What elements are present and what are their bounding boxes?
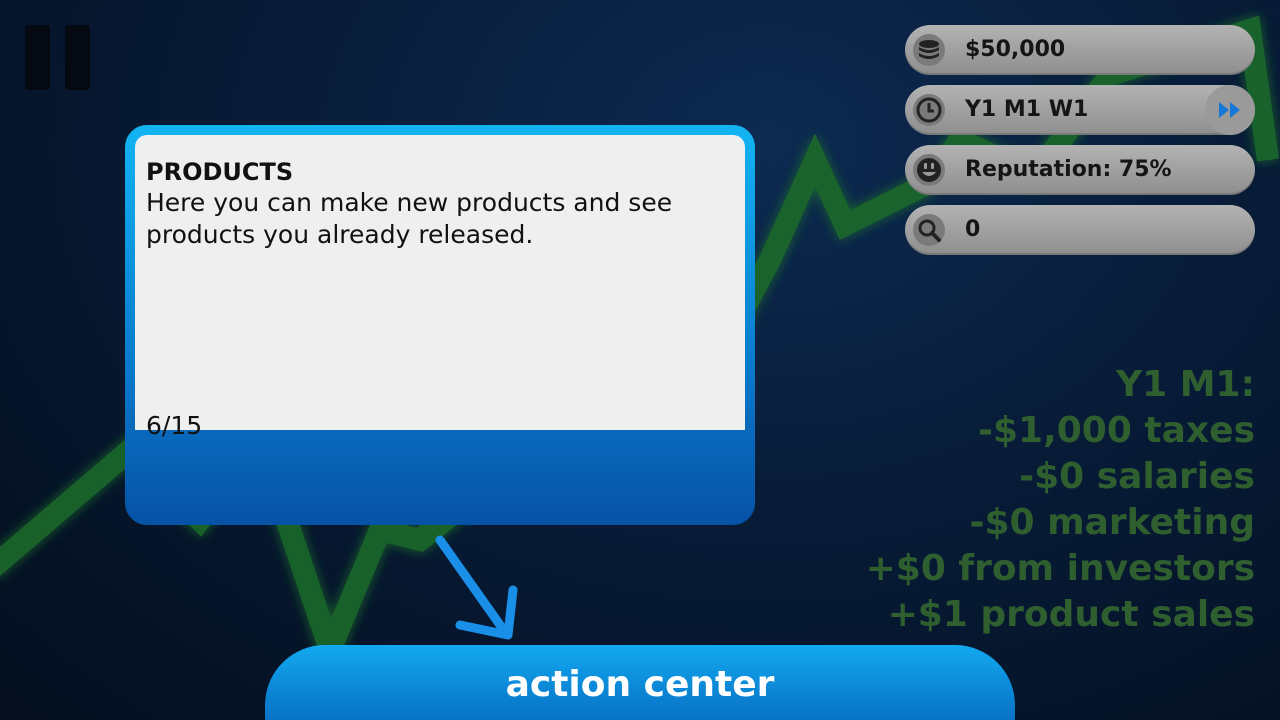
reputation-value: Reputation: 75% (965, 157, 1172, 182)
date-value: Y1 M1 W1 (965, 97, 1089, 122)
pause-icon-bar (65, 25, 90, 90)
tutorial-step-counter: 6/15 (146, 411, 203, 440)
search-display: 0 (905, 205, 1255, 255)
summary-line-taxes: -$1,000 taxes (978, 410, 1255, 451)
fast-forward-button[interactable] (1205, 85, 1255, 135)
fast-forward-icon (1219, 102, 1240, 118)
clock-icon (913, 94, 945, 126)
summary-line-product-sales: +$1 product sales (887, 594, 1255, 635)
pause-button[interactable] (25, 25, 91, 91)
summary-heading: Y1 M1: (1116, 364, 1255, 405)
tutorial-panel[interactable]: PRODUCTS Here you can make new products … (125, 125, 755, 525)
reputation-display: Reputation: 75% (905, 145, 1255, 195)
date-display: Y1 M1 W1 (905, 85, 1255, 135)
money-value: $50,000 (965, 37, 1066, 62)
summary-line-marketing: -$0 marketing (969, 502, 1255, 543)
tutorial-body: Here you can make new products and see p… (146, 188, 673, 249)
tutorial-card: PRODUCTS Here you can make new products … (135, 135, 745, 440)
monthly-summary: Y1 M1: -$1,000 taxes -$0 salaries -$0 ma… (866, 362, 1255, 638)
summary-line-salaries: -$0 salaries (1019, 456, 1255, 497)
arrow-icon (435, 535, 518, 640)
tutorial-title: PRODUCTS (146, 158, 294, 186)
smiley-face-icon (913, 154, 945, 186)
summary-line-investors: +$0 from investors (865, 548, 1255, 589)
magnifier-icon (913, 214, 945, 246)
action-center-label: action center (505, 664, 775, 705)
coins-icon (913, 34, 945, 66)
pause-icon (25, 25, 50, 90)
action-center-button[interactable]: action center (265, 645, 1015, 720)
search-value: 0 (965, 217, 981, 242)
money-display: $50,000 (905, 25, 1255, 75)
